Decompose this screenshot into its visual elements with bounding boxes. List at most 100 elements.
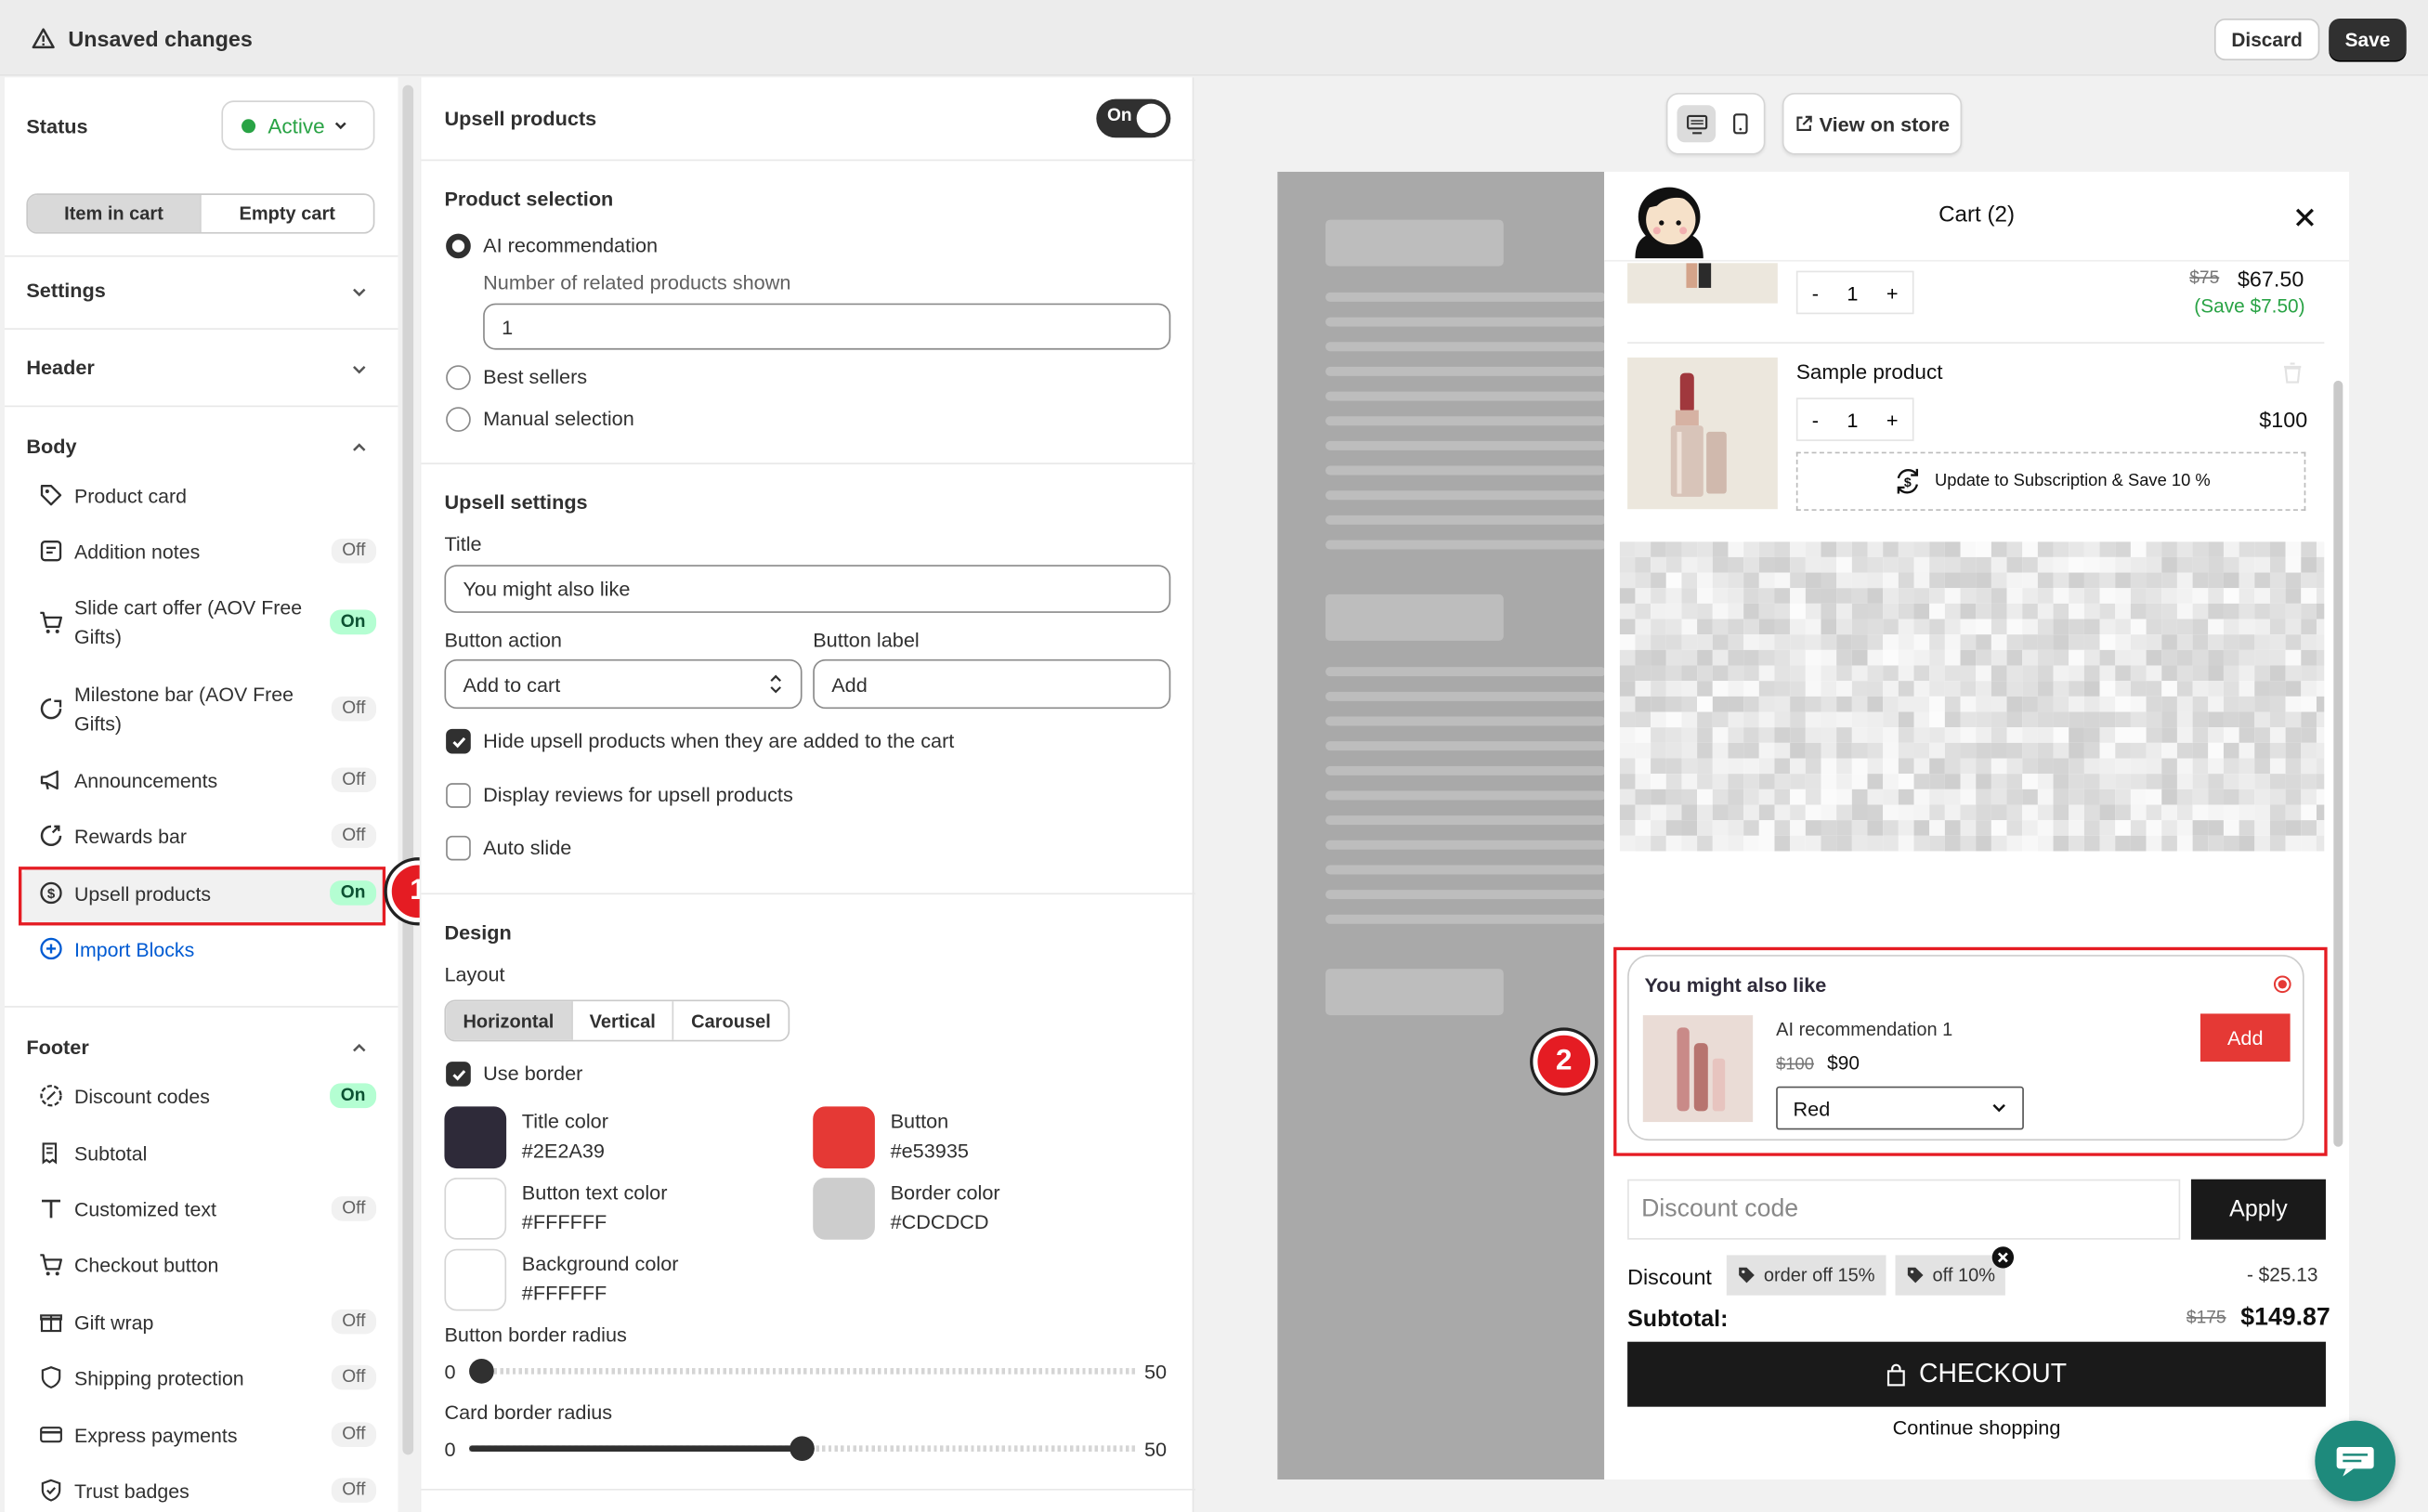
body-item-milestone-bar[interactable]: Milestone bar (AOV Free Gifts) Off xyxy=(39,678,377,740)
receipt-icon xyxy=(42,1142,58,1165)
state-badge: On xyxy=(330,609,377,635)
save-button[interactable]: Save xyxy=(2329,18,2407,60)
button-color-hex: #e53935 xyxy=(890,1139,969,1163)
minus-button[interactable]: - xyxy=(1812,408,1819,431)
card-radius-min: 0 xyxy=(444,1438,456,1462)
settings-section[interactable]: Settings xyxy=(26,279,106,302)
card-radius-knob[interactable] xyxy=(790,1436,815,1462)
import-blocks-link[interactable]: Import Blocks xyxy=(39,932,376,966)
button-label-input[interactable]: Add xyxy=(813,658,1171,710)
radio-manual-selection[interactable] xyxy=(446,407,471,432)
milestone-icon xyxy=(40,697,62,720)
subtotal-value: $149.87 xyxy=(2240,1304,2330,1332)
upsell-toggle[interactable]: On xyxy=(1096,98,1171,138)
state-badge: Off xyxy=(331,696,377,722)
footer-item-express-payments[interactable]: Express payments Off xyxy=(39,1417,377,1452)
footer-item-subtotal[interactable]: Subtotal xyxy=(39,1136,376,1170)
cart-gift-icon xyxy=(40,611,63,633)
lipstick-image xyxy=(1670,372,1727,497)
qty-stepper-2[interactable]: - 1 + xyxy=(1795,398,1914,441)
title-label: Title xyxy=(444,532,482,556)
chevron-up-icon[interactable] xyxy=(350,438,369,457)
minus-button[interactable]: - xyxy=(1812,280,1819,304)
layout-horizontal[interactable]: Horizontal xyxy=(446,1001,573,1040)
background-color-name: Background color xyxy=(521,1252,679,1276)
radio-best-sellers[interactable] xyxy=(446,365,471,390)
button-color-swatch[interactable] xyxy=(813,1106,875,1169)
unsaved-changes-title: Unsaved changes xyxy=(68,26,253,51)
discount-label: Discount xyxy=(1627,1264,1712,1290)
close-icon[interactable] xyxy=(2295,207,2316,228)
discard-button[interactable]: Discard xyxy=(2213,18,2320,60)
radio-ai-recommendation[interactable] xyxy=(446,233,471,259)
remove-tag-icon[interactable] xyxy=(1991,1245,2015,1269)
plus-button[interactable]: + xyxy=(1886,280,1899,304)
body-item-rewards-bar[interactable]: Rewards bar Off xyxy=(39,818,377,853)
checkout-button[interactable]: CHECKOUT xyxy=(1627,1341,2326,1407)
title-color-swatch[interactable] xyxy=(444,1106,507,1169)
trash-icon[interactable] xyxy=(2282,362,2303,384)
status-select[interactable]: Active xyxy=(221,100,375,150)
body-item-announcements[interactable]: Announcements Off xyxy=(39,763,377,797)
border-color-hex: #CDCDCD xyxy=(890,1210,989,1234)
layout-label: Layout xyxy=(444,962,505,986)
button-radius-track[interactable] xyxy=(469,1368,1135,1375)
left-scrollbar[interactable] xyxy=(402,85,414,1455)
view-on-store-button[interactable]: View on store xyxy=(1782,92,1963,155)
chevron-down-icon[interactable] xyxy=(350,360,369,379)
footer-item-gift-wrap[interactable]: Gift wrap Off xyxy=(39,1305,377,1339)
rewards-icon xyxy=(40,825,62,847)
discount-tag-2: off 10% xyxy=(1895,1255,2006,1296)
desktop-view-button[interactable] xyxy=(1677,105,1717,143)
border-color-swatch[interactable] xyxy=(813,1178,875,1240)
hide-upsell-checkbox[interactable] xyxy=(446,728,471,754)
shield-icon xyxy=(41,1366,61,1388)
plus-button[interactable]: + xyxy=(1886,408,1899,431)
gift-icon xyxy=(40,1314,62,1333)
button-action-select[interactable]: Add to cart xyxy=(444,658,803,710)
body-section[interactable]: Body xyxy=(26,435,76,458)
header-section[interactable]: Header xyxy=(26,356,94,379)
body-item-slide-cart-offer[interactable]: Slide cart offer (AOV Free Gifts) On xyxy=(39,592,377,654)
button-text-color-swatch[interactable] xyxy=(444,1178,507,1240)
chat-widget-button[interactable] xyxy=(2315,1420,2395,1502)
title-input[interactable]: You might also like xyxy=(444,565,1171,613)
seg-empty-cart[interactable]: Empty cart xyxy=(202,195,373,232)
megaphone-icon xyxy=(40,770,59,790)
subscription-upgrade-button[interactable]: $ Update to Subscription & Save 10 % xyxy=(1795,451,2306,511)
body-item-product-card[interactable]: Product card xyxy=(39,478,376,513)
chevron-down-icon[interactable] xyxy=(350,283,369,302)
display-reviews-checkbox[interactable] xyxy=(446,783,471,808)
seg-item-in-cart[interactable]: Item in cart xyxy=(28,194,202,232)
footer-item-trust-badges[interactable]: Trust badges Off xyxy=(39,1473,377,1507)
checkmark-icon xyxy=(451,736,465,748)
manual-selection-label: Manual selection xyxy=(483,407,634,431)
use-border-checkbox[interactable] xyxy=(446,1062,471,1087)
footer-item-checkout-button[interactable]: Checkout button xyxy=(39,1247,376,1282)
mobile-view-button[interactable] xyxy=(1722,105,1759,142)
footer-item-shipping-protection[interactable]: Shipping protection Off xyxy=(39,1361,377,1395)
apply-button[interactable]: Apply xyxy=(2190,1179,2326,1240)
chevron-up-icon[interactable] xyxy=(350,1038,369,1057)
cart-scrollbar[interactable] xyxy=(2333,380,2343,1147)
background-color-swatch[interactable] xyxy=(444,1248,507,1311)
footer-section[interactable]: Footer xyxy=(26,1036,88,1059)
mobile-icon xyxy=(1733,113,1748,135)
button-radius-knob[interactable] xyxy=(469,1359,494,1384)
product-thumb-2[interactable] xyxy=(1627,357,1778,510)
auto-slide-checkbox[interactable] xyxy=(446,835,471,861)
discount-code-input[interactable]: Discount code xyxy=(1627,1179,2181,1240)
qty-value: 1 xyxy=(1847,408,1859,432)
footer-item-customized-text[interactable]: Customized text Off xyxy=(39,1192,377,1226)
hide-upsell-label: Hide upsell products when they are added… xyxy=(483,728,955,752)
num-products-input[interactable]: 1 xyxy=(483,303,1171,350)
cart-icon xyxy=(40,1254,63,1276)
layout-carousel[interactable]: Carousel xyxy=(674,1001,788,1040)
footer-item-discount-codes[interactable]: Discount codes On xyxy=(39,1078,377,1113)
checkmark-icon xyxy=(451,1069,465,1080)
qty-stepper-1[interactable]: - 1 + xyxy=(1795,270,1914,315)
continue-shopping-link[interactable]: Continue shopping xyxy=(1604,1416,2349,1440)
body-item-addition-notes[interactable]: Addition notes Off xyxy=(39,534,377,568)
layout-vertical[interactable]: Vertical xyxy=(572,1001,674,1040)
product-thumb-1[interactable] xyxy=(1627,263,1778,304)
